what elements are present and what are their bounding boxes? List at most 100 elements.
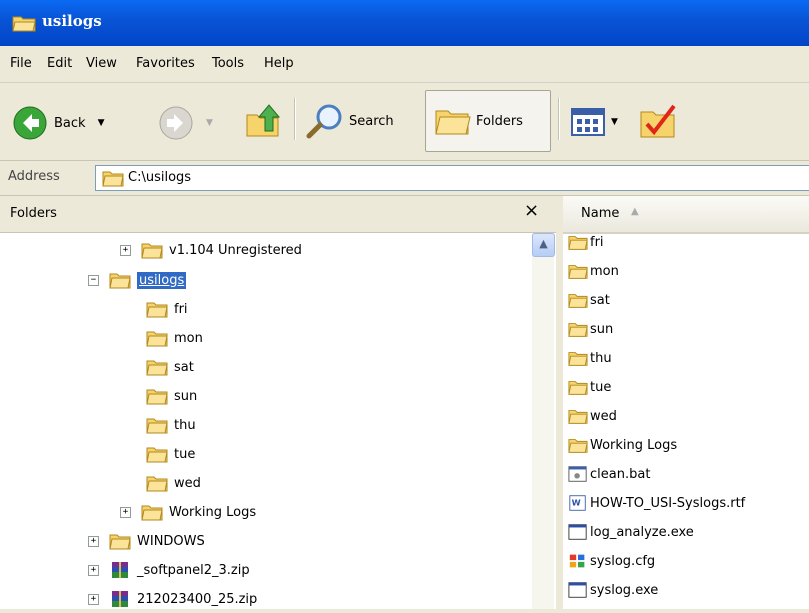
expand-icon[interactable]: + <box>120 506 131 518</box>
menu-favorites[interactable]: Favorites <box>136 56 195 71</box>
tree-item[interactable]: fri <box>146 295 188 323</box>
tree-item[interactable]: + Working Logs <box>120 498 256 526</box>
file-list-item[interactable]: wed <box>568 402 617 430</box>
sort-ascending-icon: ▲ <box>631 206 639 217</box>
folder-checkmark-icon <box>640 104 676 138</box>
menu-bar: File Edit View Favorites Tools Help <box>0 46 809 83</box>
tree-item[interactable]: mon <box>146 324 203 352</box>
toolbar-separator <box>558 98 559 140</box>
file-list-pane: Name ▲ fri mon sat sun thu tue wed Worki… <box>563 196 809 609</box>
address-bar: Address C:\usilogs <box>0 161 809 196</box>
file-name: sat <box>590 292 610 308</box>
expand-icon[interactable]: + <box>88 593 99 605</box>
file-name: HOW-TO_USI-Syslogs.rtf <box>590 495 746 511</box>
views-dropdown-icon[interactable]: ▼ <box>611 117 618 127</box>
title-bar[interactable]: usilogs <box>0 0 809 46</box>
folder-icon <box>141 505 163 521</box>
winrar-archive-icon <box>112 562 128 578</box>
file-list-item[interactable]: syslog.exe <box>568 576 658 604</box>
file-list-item[interactable]: tue <box>568 373 611 401</box>
address-input[interactable]: C:\usilogs <box>95 165 809 191</box>
tree-item[interactable]: sat <box>146 353 194 381</box>
views-icon <box>571 108 605 136</box>
tree-item[interactable]: + WINDOWS <box>88 527 205 555</box>
forward-button[interactable]: ▼ <box>158 105 213 141</box>
folder-icon <box>568 381 588 395</box>
tree-item[interactable]: wed <box>146 469 201 497</box>
tree-item-label: v1.104 Unregistered <box>169 242 302 258</box>
tree-item-label: Working Logs <box>169 504 257 520</box>
tree-item-label: sat <box>174 359 194 375</box>
folder-sync-button[interactable] <box>638 102 678 142</box>
pane-splitter[interactable] <box>556 196 563 609</box>
vertical-scrollbar[interactable]: ▲ <box>532 233 555 609</box>
menu-view[interactable]: View <box>86 56 117 71</box>
expand-icon[interactable]: + <box>120 244 131 256</box>
menu-tools[interactable]: Tools <box>212 56 244 71</box>
folders-button[interactable]: Folders <box>425 90 551 152</box>
tree-item[interactable]: tue <box>146 440 195 468</box>
collapse-icon[interactable]: − <box>88 274 99 286</box>
forward-dropdown-icon[interactable]: ▼ <box>206 118 213 128</box>
file-name: fri <box>590 234 604 250</box>
file-list-item[interactable]: sat <box>568 286 610 314</box>
folder-icon <box>568 236 588 250</box>
file-name: log_analyze.exe <box>590 524 694 540</box>
tree-item[interactable]: − usilogs <box>88 266 187 294</box>
folders-label: Folders <box>476 113 523 129</box>
tree-item[interactable]: sun <box>146 382 197 410</box>
up-folder-icon <box>246 104 281 137</box>
search-label: Search <box>349 113 394 129</box>
tree-item-label: thu <box>174 417 196 433</box>
up-folder-button[interactable] <box>243 101 283 141</box>
file-list-item[interactable]: sun <box>568 315 613 343</box>
svg-text:W: W <box>572 498 581 508</box>
back-arrow-icon <box>13 106 47 140</box>
word-document-icon: W <box>569 495 586 511</box>
folder-icon <box>568 410 588 424</box>
file-name: thu <box>590 350 612 366</box>
folder-icon <box>109 534 131 550</box>
folder-icon <box>568 439 588 453</box>
back-dropdown-icon[interactable]: ▼ <box>98 118 105 128</box>
folder-icon <box>146 389 168 405</box>
back-button[interactable]: Back ▼ <box>12 105 104 141</box>
executable-icon <box>568 524 587 540</box>
file-list-item[interactable]: log_analyze.exe <box>568 518 694 546</box>
tree-item[interactable]: + _softpanel2_3.zip <box>88 556 250 584</box>
folder-icon <box>146 302 168 318</box>
menu-help[interactable]: Help <box>264 56 294 71</box>
folders-pane-header: Folders × <box>0 196 556 233</box>
menu-edit[interactable]: Edit <box>47 56 72 71</box>
expand-icon[interactable]: + <box>88 564 99 576</box>
tree-item-label: mon <box>174 330 203 346</box>
file-list-item[interactable]: mon <box>568 257 619 285</box>
folder-icon <box>109 273 131 289</box>
folder-icon <box>568 265 588 279</box>
file-list-item[interactable]: syslog.cfg <box>568 547 655 575</box>
scroll-up-arrow-icon[interactable]: ▲ <box>532 233 555 257</box>
file-list-item[interactable]: thu <box>568 344 612 372</box>
folder-icon <box>146 418 168 434</box>
file-list-item[interactable]: W HOW-TO_USI-Syslogs.rtf <box>568 489 745 517</box>
folders-pane: Folders × + v1.104 Unregistered − usilog… <box>0 196 556 609</box>
tree-item[interactable]: thu <box>146 411 196 439</box>
tree-item-label: WINDOWS <box>137 533 205 549</box>
file-list-item[interactable]: fri <box>568 228 604 256</box>
file-list-item[interactable]: Working Logs <box>568 431 677 459</box>
menu-file[interactable]: File <box>10 56 32 71</box>
file-name: mon <box>590 263 619 279</box>
forward-arrow-icon <box>159 106 193 140</box>
search-button[interactable]: Search <box>305 103 394 139</box>
window-title: usilogs <box>42 12 102 30</box>
tree-item-label: tue <box>174 446 196 462</box>
folder-icon <box>568 294 588 308</box>
tree-item[interactable]: + v1.104 Unregistered <box>120 236 302 264</box>
file-list-item[interactable]: clean.bat <box>568 460 650 488</box>
file-name: wed <box>590 408 617 424</box>
folder-icon <box>146 476 168 492</box>
expand-icon[interactable]: + <box>88 535 99 547</box>
close-icon[interactable]: × <box>524 200 539 221</box>
views-button[interactable]: ▼ <box>571 108 618 136</box>
executable-icon <box>568 582 587 598</box>
